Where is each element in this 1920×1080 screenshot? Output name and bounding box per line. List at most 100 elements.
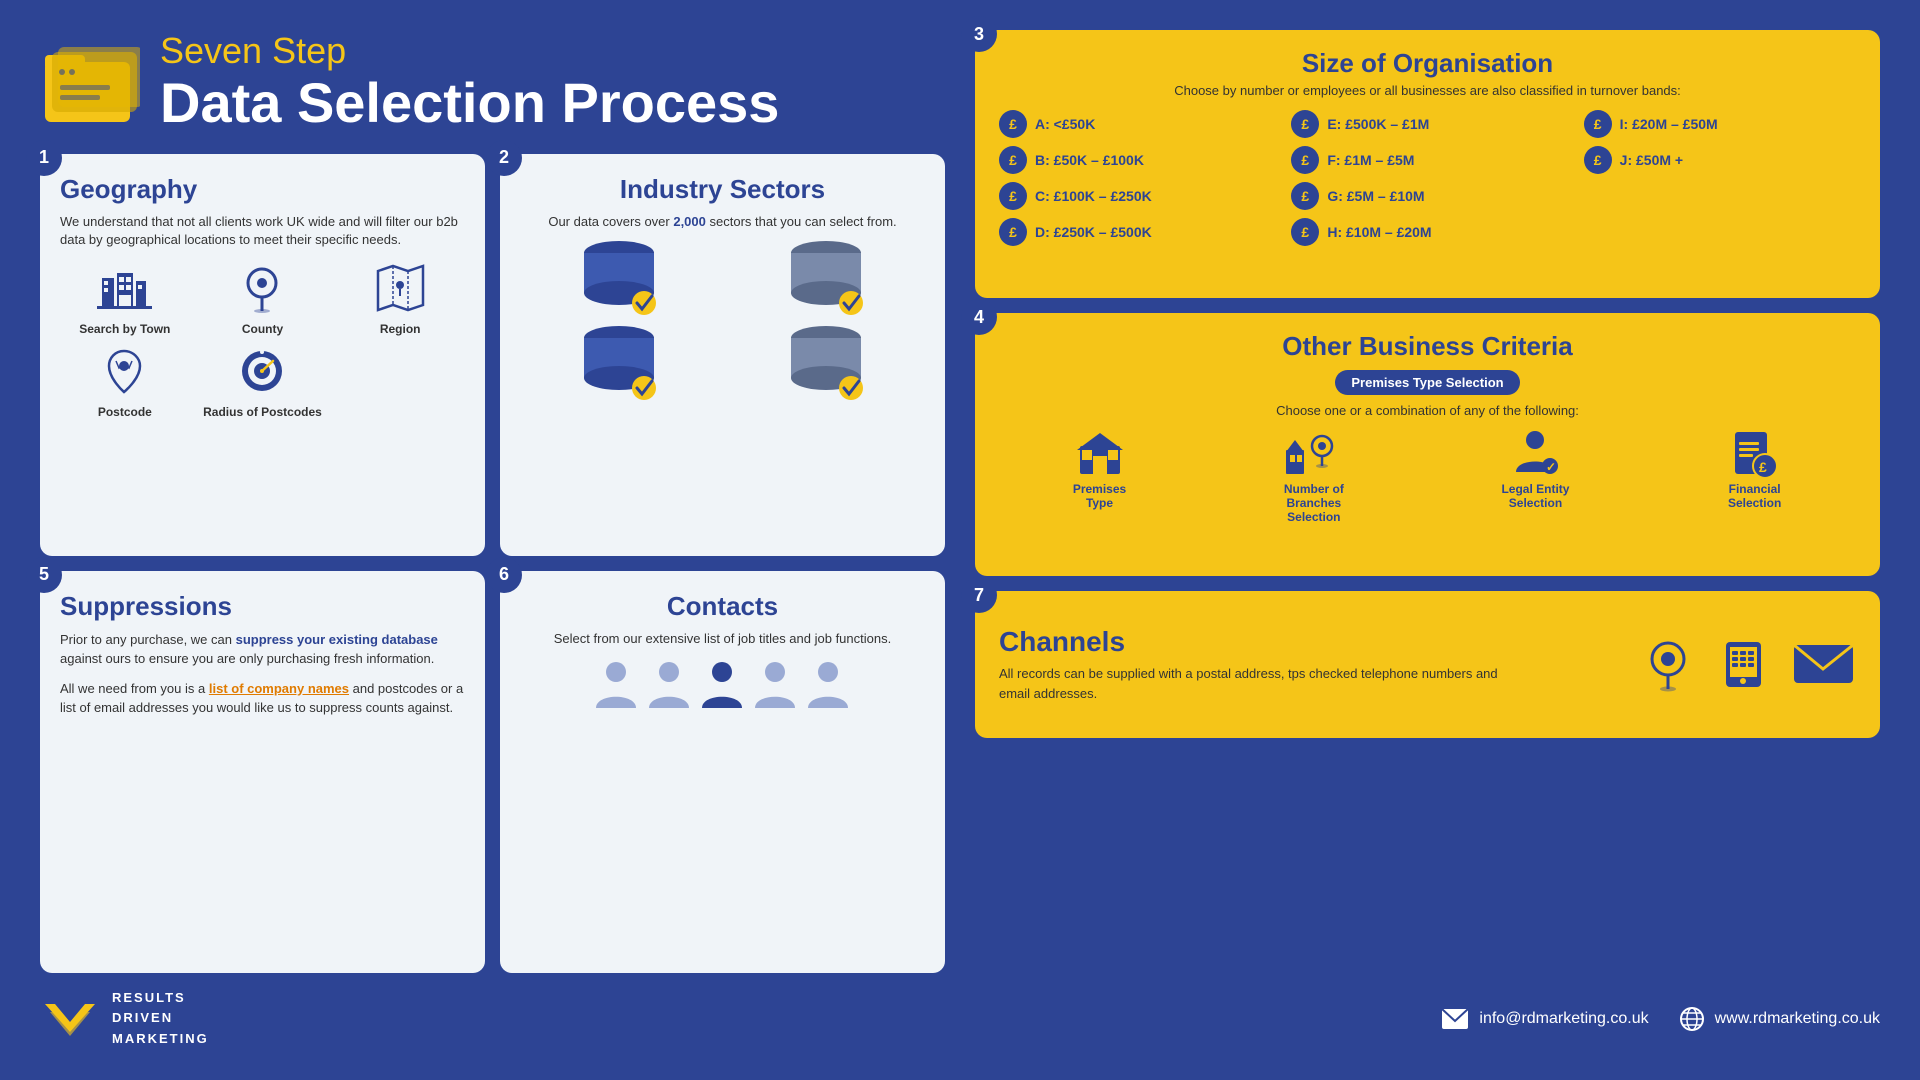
step5-badge: 5 [26,557,62,593]
step3-title: Size of Organisation [999,48,1856,79]
header-title: Data Selection Process [160,72,779,134]
svg-text:£: £ [1759,459,1767,475]
county-icon [232,261,292,316]
radius-label: Radius of Postcodes [203,405,322,419]
channels-text: Channels All records can be supplied wit… [999,626,1499,703]
channel-location-icon [1641,637,1696,692]
step1-title: Geography [60,174,465,205]
footer-logo-text: RESULTSDRIVENMARKETING [112,988,209,1050]
size-item-b: £ B: £50K – £100K [999,146,1271,174]
folder-icon [40,37,140,127]
size-label-i: I: £20M – £50M [1620,116,1718,132]
size-label-g: G: £5M – £10M [1327,188,1424,204]
premises-type-item: PremisesType [1073,428,1126,510]
db-icon-3 [520,326,718,401]
step7-description: All records can be supplied with a posta… [999,664,1499,703]
footer-email-item: info@rdmarketing.co.uk [1441,1008,1648,1030]
town-icon [95,261,155,316]
legal-entity-label: Legal EntitySelection [1501,482,1569,510]
postcode-label: Postcode [98,405,152,419]
header-text: Seven Step Data Selection Process [160,30,779,134]
contact-icon-4 [753,658,798,713]
geo-item-town: Search by Town [60,261,190,336]
db-icon-2 [728,241,926,316]
step2-highlight: 2,000 [673,214,706,229]
size-item-empty2 [1584,218,1856,246]
pound-icon-d: £ [999,218,1027,246]
step2-title: Industry Sectors [520,174,925,205]
size-label-e: E: £500K – £1M [1327,116,1429,132]
channels-icons [1641,637,1856,692]
pound-icon-b: £ [999,146,1027,174]
rdm-logo-icon [40,994,100,1044]
step6-description: Select from our extensive list of job ti… [520,630,925,648]
size-label-h: H: £10M – £20M [1327,224,1431,240]
premises-badge: Premises Type Selection [1335,370,1519,395]
premises-type-icon [1075,428,1125,478]
database-icons [520,241,925,401]
pound-icon-j: £ [1584,146,1612,174]
step4-badge-container: Premises Type Selection [999,366,1856,399]
header-subtitle: Seven Step [160,30,779,72]
geo-item-region: Region [335,261,465,336]
step1-geography-card: 1 Geography We understand that not all c… [40,154,485,556]
branches-item: Number ofBranchesSelection [1284,428,1344,524]
step7-title: Channels [999,626,1499,658]
legal-entity-icon: ✓ [1508,428,1563,478]
step4-badge: 4 [961,299,997,335]
pound-icon-i: £ [1584,110,1612,138]
right-side: 3 Size of Organisation Choose by number … [960,30,1880,973]
header: Seven Step Data Selection Process [40,30,960,154]
step4-subtitle: Choose one or a combination of any of th… [999,403,1856,418]
pound-icon-a: £ [999,110,1027,138]
left-side: 1 Geography We understand that not all c… [40,154,960,973]
step1-description: We understand that not all clients work … [60,213,465,249]
step7-channels-card: 7 Channels All records can be supplied w… [975,591,1880,738]
step3-size-card: 3 Size of Organisation Choose by number … [975,30,1880,298]
size-item-d: £ D: £250K – £500K [999,218,1271,246]
contact-icon-5 [806,658,851,713]
step7-badge: 7 [961,577,997,613]
footer-website-item: www.rdmarketing.co.uk [1679,1006,1880,1032]
legal-entity-item: ✓ Legal EntitySelection [1501,428,1569,510]
step6-contacts-card: 6 Contacts Select from our extensive lis… [500,571,945,973]
size-label-d: D: £250K – £500K [1035,224,1152,240]
size-item-g: £ G: £5M – £10M [1291,182,1563,210]
step5-title: Suppressions [60,591,465,622]
size-item-j: £ J: £50M + [1584,146,1856,174]
step3-badge: 3 [961,16,997,52]
svg-text:✓: ✓ [1546,460,1556,474]
geo-item-radius: Radius of Postcodes [198,344,328,419]
size-label-j: J: £50M + [1620,152,1683,168]
town-label: Search by Town [79,322,170,336]
step5-link: list of company names [209,681,349,696]
size-grid: £ A: <£50K £ E: £500K – £1M £ I: £20M – … [999,110,1856,246]
geo-item-county: County [198,261,328,336]
db-icon-4 [728,326,926,401]
step2-industry-card: 2 Industry Sectors Our data covers over … [500,154,945,556]
branches-icon [1284,428,1344,478]
size-item-empty1 [1584,182,1856,210]
branches-label: Number ofBranchesSelection [1284,482,1344,524]
size-item-i: £ I: £20M – £50M [1584,110,1856,138]
step4-business-card: 4 Other Business Criteria Premises Type … [975,313,1880,576]
step1-badge: 1 [26,140,62,176]
business-icons-row: PremisesType [999,428,1856,524]
financial-icon: £ [1727,428,1782,478]
footer-logo: RESULTSDRIVENMARKETING [40,988,209,1050]
step6-title: Contacts [520,591,925,622]
size-label-f: F: £1M – £5M [1327,152,1414,168]
contact-icon-1 [594,658,639,713]
right-side-inner: 3 Size of Organisation Choose by number … [975,30,1880,738]
size-item-e: £ E: £500K – £1M [1291,110,1563,138]
channel-phone-icon [1716,637,1771,692]
pound-icon-e: £ [1291,110,1319,138]
pound-icon-h: £ [1291,218,1319,246]
step6-badge: 6 [486,557,522,593]
step4-title: Other Business Criteria [999,331,1856,362]
region-label: Region [380,322,421,336]
step2-description: Our data covers over 2,000 sectors that … [520,213,925,231]
footer-contact: info@rdmarketing.co.uk www.rdmarketing.c… [1441,1006,1880,1032]
size-label-a: A: <£50K [1035,116,1095,132]
postcode-icon [95,344,155,399]
